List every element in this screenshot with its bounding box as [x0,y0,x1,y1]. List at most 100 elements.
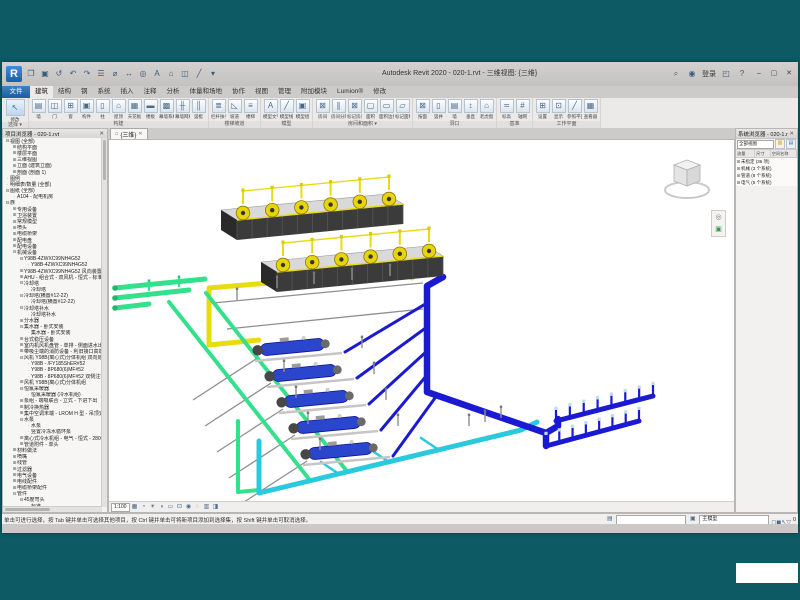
chiller-unit-1[interactable] [251,333,342,361]
zoom-tool-icon[interactable]: ▣ [713,224,724,235]
system-row[interactable]: ⊞管道 (8 个系统) [736,172,797,179]
gray-branch-pipe[interactable] [193,357,259,400]
signin-user-icon[interactable]: ◉ [686,68,698,80]
system-browser-header[interactable]: 系统浏览器 - 020-1.rvt ✕ [736,129,797,139]
ribbon-tab-钢[interactable]: 钢 [76,86,93,98]
pipe-green-header[interactable] [115,279,205,308]
print-icon[interactable]: ☰ [95,68,107,80]
crop-view-icon[interactable]: ▭ [167,503,175,511]
tool-楼板[interactable]: ▬楼板 [143,99,158,119]
tool-门[interactable]: ◫门 [47,99,62,119]
open-icon[interactable]: ❐ [25,68,37,80]
ribbon-tab-修改[interactable]: 修改 [368,86,391,98]
ribbon-tab-建筑[interactable]: 建筑 [30,86,53,98]
column-header-流量[interactable]: 流量 [736,150,755,157]
signin-button[interactable]: 登录 [702,69,716,79]
ribbon-tab-体量和场地[interactable]: 体量和场地 [185,86,228,98]
close-button[interactable]: ✕ [782,67,796,81]
column-header-空间名称[interactable]: 空间名称 [771,150,797,157]
gray-main-pipe[interactable] [227,309,423,329]
ribbon-tab-注释[interactable]: 注释 [139,86,162,98]
cooling-tower-bank-2[interactable] [261,227,443,293]
restore-button[interactable]: ▢ [767,67,781,81]
tool-竖梃[interactable]: ║竖梃 [191,99,206,119]
ribbon-tab-Lumion®[interactable]: Lumion® [332,86,368,98]
tool-模型组[interactable]: ▣模型组 [295,99,310,119]
workset-dropdown[interactable] [616,515,686,525]
design-option-dropdown[interactable]: 主模型 [699,515,769,525]
default-3d-view-icon[interactable]: ⌂ [165,68,177,80]
panel-caption[interactable]: 工作平面 [533,121,600,128]
ribbon-tab-结构[interactable]: 结构 [53,86,76,98]
tool-屋顶[interactable]: ⌂屋顶 [111,99,126,119]
tool-查看器[interactable]: ▦查看器 [583,99,598,119]
tool-标高[interactable]: ≂标高 [499,99,514,119]
tool-窗[interactable]: ⊞窗 [63,99,78,119]
tool-墙[interactable]: ▤墙 [31,99,46,119]
view-tab-3d[interactable]: ⌂ {三维} ✕ [110,128,148,139]
redo-icon[interactable]: ↷ [81,68,93,80]
tool-天花板[interactable]: ▦天花板 [127,99,142,119]
column-header-尺寸[interactable]: 尺寸 [755,150,771,157]
chiller-unit-5[interactable] [299,437,390,465]
minimize-button[interactable]: – [752,67,766,81]
sun-path-icon[interactable]: ☀ [149,503,157,511]
ribbon-tab-分析[interactable]: 分析 [162,86,185,98]
tool-按面[interactable]: ⊠按面 [415,99,430,119]
qat-customize-icon[interactable]: ▾ [207,68,219,80]
panel-caption[interactable]: 基准 [497,121,532,128]
tool-标记房间[interactable]: ⊠标记房间 [347,99,362,119]
visual-style-icon[interactable]: ◔ [140,503,148,511]
system-row[interactable]: ⊞未指定 (36 项) [736,158,797,165]
tool-面积[interactable]: ▢面积 [363,99,378,119]
tool-修改[interactable]: ↖修改 [4,99,26,122]
help-icon[interactable]: ? [736,68,748,80]
tool-竖井[interactable]: ▯竖井 [431,99,446,119]
undo-icon[interactable]: ↶ [67,68,79,80]
view-tab-close-icon[interactable]: ✕ [138,131,142,137]
viewcube[interactable] [662,152,712,208]
tool-老虎窗[interactable]: ⌂老虎窗 [479,99,494,119]
project-browser-hscrollbar[interactable] [3,506,102,512]
sync-icon[interactable]: ↺ [53,68,65,80]
blue-branch-pipe[interactable] [357,327,427,378]
app-store-icon[interactable]: ◰ [720,68,732,80]
close-icon[interactable]: ✕ [98,131,105,137]
tool-显示[interactable]: ⊡显示 [551,99,566,119]
project-browser-vscrollbar[interactable] [101,138,107,507]
blue-branch-pipe[interactable] [381,375,427,430]
tool-坡道[interactable]: ◺坡道 [227,99,242,119]
panel-caption[interactable]: 构建 [29,121,208,128]
close-icon[interactable]: ✕ [788,131,795,137]
blue-branch-pipe[interactable] [369,351,427,404]
tool-面积边界[interactable]: ▭面积边界 [379,99,394,119]
tool-模型线[interactable]: ╱模型线 [279,99,294,119]
tool-柱[interactable]: ▯柱 [95,99,110,119]
search-icon[interactable]: ⌕ [670,68,682,80]
system-row[interactable]: ⊞机械 (3 个系统) [736,165,797,172]
show-crop-region-icon[interactable]: ⊡ [176,503,184,511]
tool-房间分隔[interactable]: ∥房间分隔 [331,99,346,119]
detail-level-icon[interactable]: ▦ [131,503,139,511]
cooling-tower-bank-1[interactable] [221,175,403,241]
ribbon-tab-协作[interactable]: 协作 [227,86,250,98]
reveal-hidden-elements-icon[interactable]: ◌ [194,503,202,511]
thin-lines-icon[interactable]: ╱ [193,68,205,80]
ribbon-tab-插入[interactable]: 插入 [116,86,139,98]
temporary-hide-isolate-icon[interactable]: ◉ [185,503,193,511]
temporary-view-properties-icon[interactable]: ◨ [212,503,220,511]
system-view-dropdown[interactable]: 全部视图 [737,140,774,149]
design-options-icon[interactable]: ▣ [688,515,697,524]
tool-模型文字[interactable]: A模型文字 [263,99,278,119]
ribbon-tab-视图[interactable]: 视图 [250,86,273,98]
tool-幕墙系统[interactable]: ▩幕墙系统 [159,99,174,119]
chiller-unit-3[interactable] [275,385,366,413]
autofit-columns-icon[interactable]: ▥ [775,139,785,149]
aligned-dimension-icon[interactable]: ↔ [123,68,135,80]
panel-caption[interactable]: 楼梯坡道 [209,121,260,128]
cyan-branch-pipe[interactable] [421,438,439,450]
panel-caption[interactable]: 模型 [261,121,312,128]
shadows-icon[interactable]: ◑ [158,503,166,511]
text-icon[interactable]: A [151,68,163,80]
panel-caption[interactable]: 房间和面积 ▾ [313,121,412,128]
